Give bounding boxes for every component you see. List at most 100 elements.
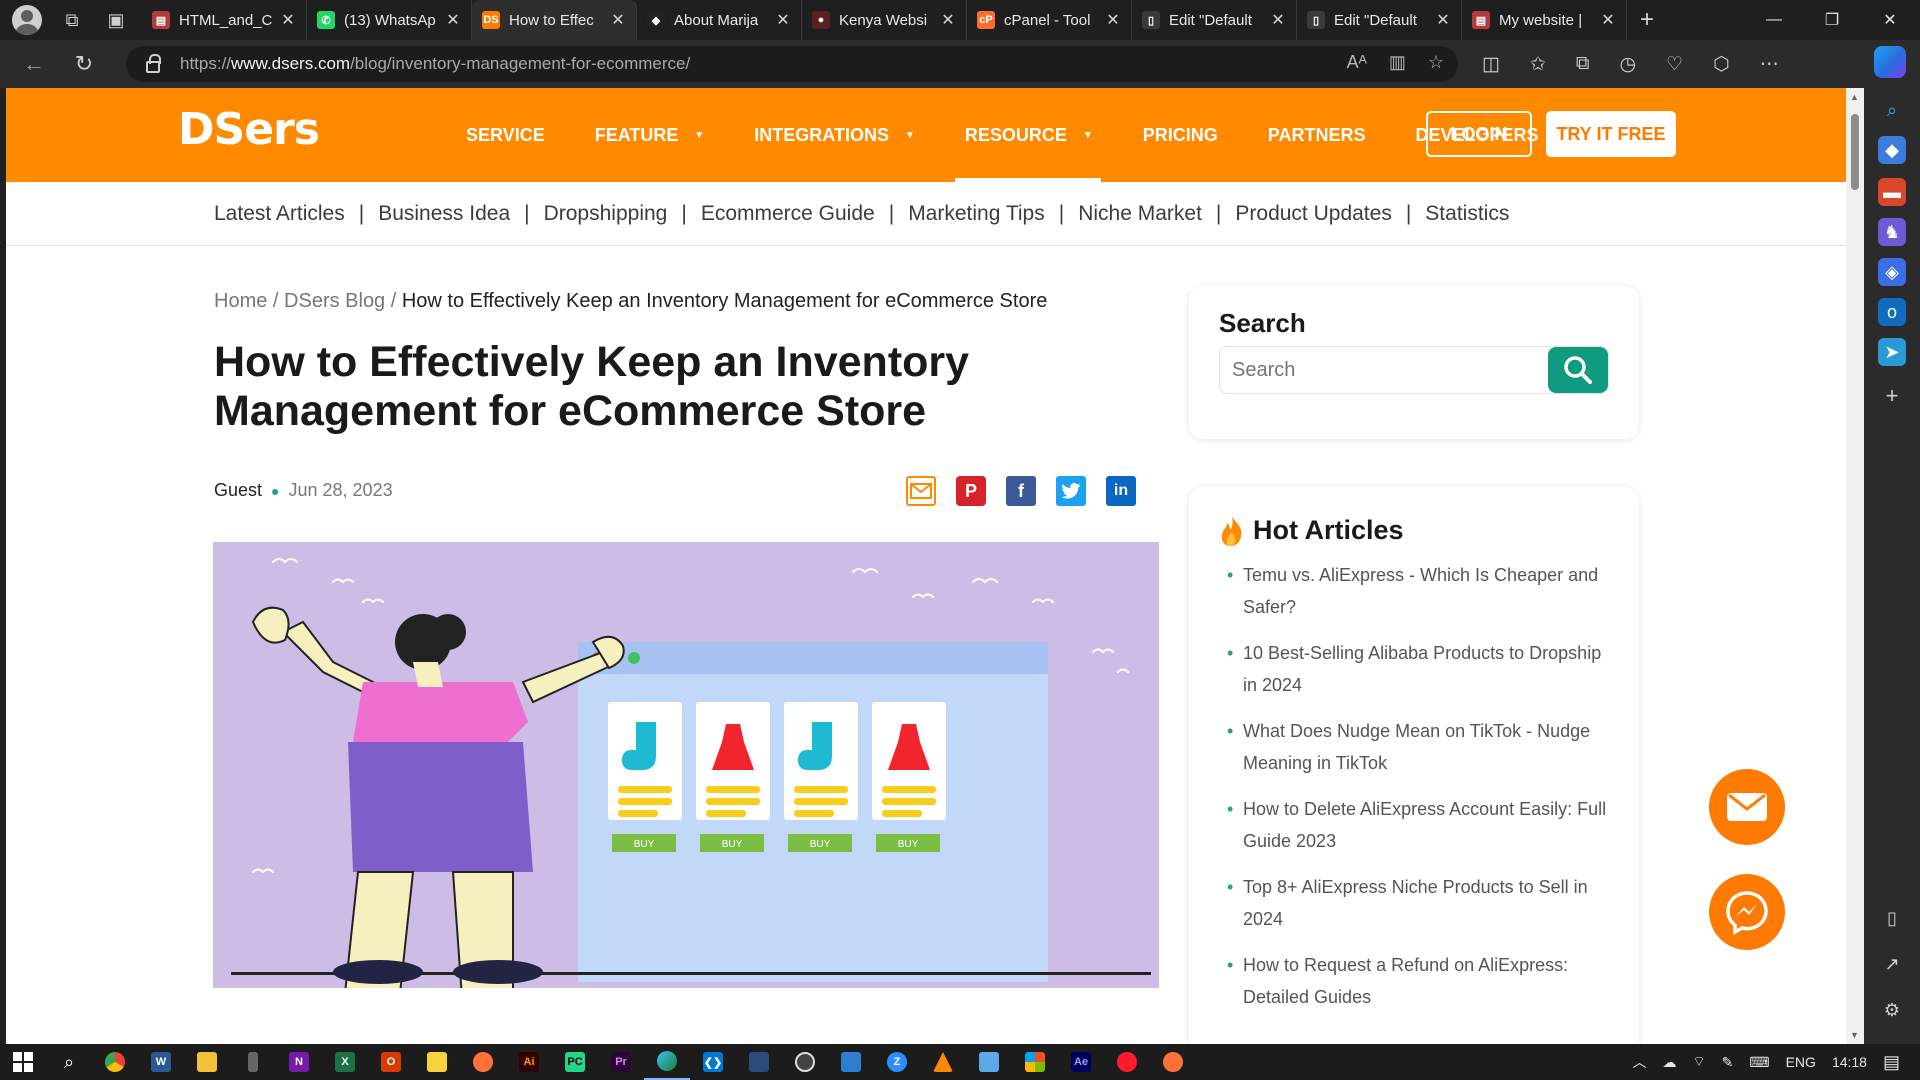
tab-close-icon[interactable]: ✕: [1600, 10, 1616, 30]
search-input[interactable]: [1232, 347, 1542, 393]
taskbar-search-icon[interactable]: ⌕: [46, 1044, 92, 1080]
hot-article-link[interactable]: How to Request a Refund on AliExpress: D…: [1227, 949, 1617, 1013]
nav-item-feature[interactable]: FEATURE ▼: [595, 88, 705, 182]
url-text[interactable]: https://www.dsers.com/blog/inventory-man…: [180, 54, 690, 74]
close-window-icon[interactable]: ✕: [1862, 0, 1918, 40]
more-menu-icon[interactable]: ⋯: [1760, 53, 1779, 76]
opera-icon[interactable]: [1104, 1044, 1150, 1080]
nav-item-service[interactable]: SERVICE: [466, 88, 545, 182]
tab-close-icon[interactable]: ✕: [280, 10, 296, 30]
tools-briefcase-icon[interactable]: ▬: [1878, 178, 1906, 206]
share-facebook-icon[interactable]: f: [1006, 476, 1036, 506]
tab-close-icon[interactable]: ✕: [775, 10, 791, 30]
category-link[interactable]: Dropshipping: [544, 202, 668, 226]
tab-close-icon[interactable]: ✕: [445, 10, 461, 30]
pycharm-icon[interactable]: PC: [552, 1044, 598, 1080]
share-pinterest-icon[interactable]: P: [956, 476, 986, 506]
illustrator-icon[interactable]: Ai: [506, 1044, 552, 1080]
immersive-reader-icon[interactable]: ▥: [1389, 52, 1406, 73]
category-link[interactable]: Business Idea: [378, 202, 510, 226]
browser-tab[interactable]: DS How to Effec ✕: [472, 0, 637, 40]
tab-close-icon[interactable]: ✕: [940, 10, 956, 30]
messenger-button[interactable]: [1709, 874, 1785, 950]
browser-tab[interactable]: ▤ HTML_and_C ✕: [142, 0, 307, 40]
favorites-icon[interactable]: ✩: [1530, 53, 1546, 76]
language-indicator[interactable]: ENG: [1786, 1054, 1816, 1070]
edge-icon[interactable]: [644, 1044, 690, 1080]
nav-item-pricing[interactable]: PRICING: [1143, 88, 1218, 182]
workspaces-icon[interactable]: ⧉: [54, 4, 90, 36]
sidebar-hide-icon[interactable]: ▯: [1878, 904, 1906, 932]
usb-drive-icon[interactable]: [230, 1044, 276, 1080]
after-effects-icon[interactable]: Ae: [1058, 1044, 1104, 1080]
vlc-icon[interactable]: [920, 1044, 966, 1080]
browser-essentials-icon[interactable]: ⬡: [1713, 53, 1730, 76]
office-icon[interactable]: O: [368, 1044, 414, 1080]
share-email-icon[interactable]: [906, 476, 936, 506]
read-aloud-icon[interactable]: Aᴬ: [1347, 52, 1367, 73]
profile-avatar[interactable]: [12, 5, 42, 35]
remote-desktop-icon[interactable]: [966, 1044, 1012, 1080]
tab-close-icon[interactable]: ✕: [610, 10, 626, 30]
category-link[interactable]: Marketing Tips: [908, 202, 1045, 226]
browser-tab[interactable]: ● Kenya Websi ✕: [802, 0, 967, 40]
browser-tab[interactable]: ◆ About Marija ✕: [637, 0, 802, 40]
ide-icon[interactable]: [736, 1044, 782, 1080]
tab-close-icon[interactable]: ✕: [1105, 10, 1121, 30]
back-icon[interactable]: ←: [14, 46, 54, 82]
breadcrumb-home[interactable]: Home: [214, 290, 267, 312]
try-free-button[interactable]: TRY IT FREE: [1546, 111, 1676, 157]
tab-close-icon[interactable]: ✕: [1270, 10, 1286, 30]
refresh-icon[interactable]: ↻: [64, 46, 104, 82]
file-explorer-icon[interactable]: [184, 1044, 230, 1080]
lock-icon[interactable]: [146, 54, 161, 73]
ms-apps-icon[interactable]: [1012, 1044, 1058, 1080]
m365-icon[interactable]: ◈: [1878, 258, 1906, 286]
keyboard-icon[interactable]: ⌨: [1749, 1054, 1769, 1071]
onedrive-icon[interactable]: ☁: [1662, 1054, 1676, 1071]
category-link[interactable]: Product Updates: [1235, 202, 1391, 226]
address-bar[interactable]: https://www.dsers.com/blog/inventory-man…: [126, 46, 1458, 82]
restore-icon[interactable]: ❐: [1804, 0, 1860, 40]
sidebar-add-icon[interactable]: +: [1878, 382, 1906, 410]
hot-article-link[interactable]: What Does Nudge Mean on TikTok - Nudge M…: [1227, 715, 1617, 779]
hot-article-link[interactable]: Top 8+ AliExpress Niche Products to Sell…: [1227, 871, 1617, 935]
performance-icon[interactable]: ♡: [1666, 53, 1683, 76]
browser-tab[interactable]: ▯ Edit "Default ✕: [1132, 0, 1297, 40]
premiere-icon[interactable]: Pr: [598, 1044, 644, 1080]
contact-email-button[interactable]: [1709, 769, 1785, 845]
favorite-star-icon[interactable]: ☆: [1428, 52, 1444, 73]
hot-article-link[interactable]: How to Delete AliExpress Account Easily:…: [1227, 793, 1617, 857]
vertical-tabs-icon[interactable]: ▣: [98, 4, 134, 36]
nav-item-integrations[interactable]: INTEGRATIONS ▼: [754, 88, 915, 182]
outlook-icon[interactable]: o: [1878, 298, 1906, 326]
split-screen-icon[interactable]: ◫: [1482, 53, 1500, 76]
new-tab-button[interactable]: +: [1627, 0, 1667, 40]
pen-icon[interactable]: ✎: [1722, 1054, 1734, 1071]
sidebar-settings-icon[interactable]: ⚙: [1878, 996, 1906, 1024]
drop-icon[interactable]: ➤: [1878, 338, 1906, 366]
store-icon[interactable]: [828, 1044, 874, 1080]
login-button[interactable]: LOGIN: [1426, 111, 1532, 157]
open-external-icon[interactable]: ↗: [1878, 950, 1906, 978]
hot-article-link[interactable]: Temu vs. AliExpress - Which Is Cheaper a…: [1227, 559, 1617, 623]
category-link[interactable]: Ecommerce Guide: [701, 202, 875, 226]
share-linkedin-icon[interactable]: in: [1106, 476, 1136, 506]
browser-tab[interactable]: ▤ My website | ✕: [1462, 0, 1627, 40]
chrome-icon[interactable]: [92, 1044, 138, 1080]
dsers-logo[interactable]: DSers: [178, 104, 320, 155]
sidebar-search-icon[interactable]: ⌕: [1878, 96, 1906, 124]
obs-icon[interactable]: [782, 1044, 828, 1080]
breadcrumb-blog[interactable]: DSers Blog: [284, 290, 385, 312]
sticky-notes-icon[interactable]: [414, 1044, 460, 1080]
tray-overflow-icon[interactable]: ︿: [1632, 1052, 1646, 1072]
zoom-icon[interactable]: Z: [874, 1044, 920, 1080]
nav-item-partners[interactable]: PARTNERS: [1268, 88, 1366, 182]
scroll-down-icon[interactable]: ▼: [1850, 1030, 1859, 1040]
tab-close-icon[interactable]: ✕: [1435, 10, 1451, 30]
browser-tab[interactable]: cP cPanel - Tool ✕: [967, 0, 1132, 40]
wifi-icon[interactable]: ⌔: [1692, 1053, 1705, 1071]
firefox-icon[interactable]: [460, 1044, 506, 1080]
notifications-icon[interactable]: ▤: [1883, 1052, 1900, 1073]
hot-article-link[interactable]: 10 Best-Selling Alibaba Products to Drop…: [1227, 637, 1617, 701]
